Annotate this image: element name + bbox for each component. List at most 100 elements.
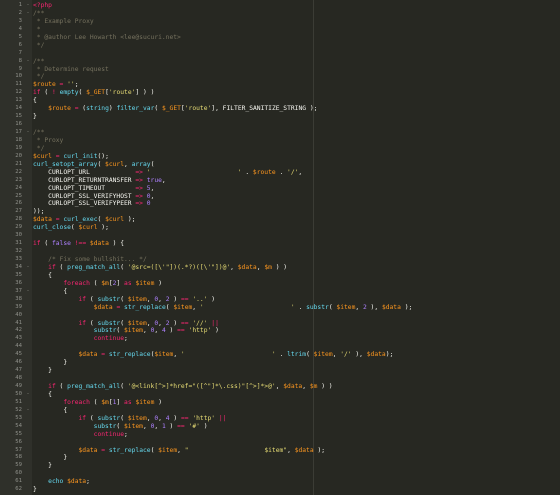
code-line[interactable]: 22 CURLOPT_URL => ' ' . $route . '/',: [0, 169, 560, 177]
code-line[interactable]: 55 continue;: [0, 431, 560, 439]
line-number: 1: [18, 2, 22, 8]
code-line[interactable]: 44: [0, 343, 560, 351]
code-token: ) {: [108, 240, 125, 248]
code-line[interactable]: 9 * Determine request: [0, 66, 560, 74]
fold-toggle-icon[interactable]: -: [25, 407, 31, 415]
code-line[interactable]: 48: [0, 375, 560, 383]
code-line[interactable]: 6 */: [0, 42, 560, 50]
code-line[interactable]: 53 if ( substr( $item, 0, 4 ) == 'http' …: [0, 415, 560, 423]
line-number: 20: [15, 152, 22, 159]
code-token: );: [385, 351, 394, 359]
code-token: 'route': [108, 89, 136, 97]
code-line[interactable]: 25 CURLOPT_SSL_VERIFYHOST => 0,: [0, 193, 560, 201]
code-editor[interactable]: 1- <?php 2-/** 3 * Example Proxy 4 * 5 * @aut…: [0, 0, 560, 495]
code-line[interactable]: 61 echo $data;: [0, 478, 560, 486]
code-line[interactable]: 42 substr( $item, 0, 4 ) == 'http' ): [0, 327, 560, 335]
code-token: }: [33, 367, 52, 375]
code-line[interactable]: 27));: [0, 208, 560, 216]
code-line[interactable]: 41 if ( substr( $item, 0, 2 ) == '//' ||: [0, 320, 560, 328]
code-line[interactable]: 1- <?php: [0, 2, 560, 10]
code-line[interactable]: 31 if ( false !== $data ) {: [0, 240, 560, 248]
code-line[interactable]: 30: [0, 232, 560, 240]
code-token: ,: [158, 414, 166, 422]
code-line[interactable]: 4 *: [0, 26, 560, 34]
fold-toggle-icon[interactable]: -: [25, 58, 31, 66]
code-text: /* Fix some bullshit... */: [33, 256, 147, 264]
code-line[interactable]: 26 CURLOPT_SSL_VERIFYPEER => 0: [0, 200, 560, 208]
code-line[interactable]: 36 foreach ( $m[2] as $item ): [0, 280, 560, 288]
code-line[interactable]: 23 CURLOPT_RETURNTRANSFER => true,: [0, 177, 560, 185]
code-line[interactable]: 35 {: [0, 272, 560, 280]
code-token: $_GET: [161, 105, 181, 113]
code-line[interactable]: 14 $route = (string) filter_var( $_GET['…: [0, 105, 560, 113]
code-line[interactable]: 10 */: [0, 73, 560, 81]
code-line[interactable]: 20 $curl = curl_init();: [0, 153, 560, 161]
fold-toggle-icon[interactable]: -: [25, 129, 31, 137]
code-line[interactable]: 5 * @author Lee Howarth <lee@sucuri.net>: [0, 34, 560, 42]
fold-toggle-icon[interactable]: -: [25, 288, 31, 296]
code-line[interactable]: 29 curl_close( $curl );: [0, 224, 560, 232]
code-line[interactable]: 7: [0, 50, 560, 58]
code-line[interactable]: 56: [0, 439, 560, 447]
code-line[interactable]: 3 * Example Proxy: [0, 18, 560, 26]
code-line[interactable]: 60: [0, 470, 560, 478]
code-token: $data: [78, 351, 98, 359]
code-line[interactable]: 57 $data = str_replace( $item, " $item",…: [0, 447, 560, 455]
fold-toggle-icon[interactable]: -: [25, 2, 31, 10]
code-line[interactable]: 50- {: [0, 391, 560, 399]
code-line[interactable]: 46 }: [0, 359, 560, 367]
code-line[interactable]: 45 $data = str_replace($item, ' ' . ltri…: [0, 351, 560, 359]
code-token: ]: [116, 398, 125, 406]
code-line[interactable]: 18 * Proxy: [0, 137, 560, 145]
code-line[interactable]: 40: [0, 312, 560, 320]
code-line[interactable]: 49 if ( preg_match_all( '@<link[^>]*href…: [0, 383, 560, 391]
code-line[interactable]: 8-/**: [0, 58, 560, 66]
code-token: (: [40, 240, 52, 248]
code-token: '/': [340, 351, 352, 359]
fold-toggle-icon[interactable]: -: [25, 264, 31, 272]
fold-toggle-icon[interactable]: -: [25, 10, 31, 18]
code-token: ,: [161, 176, 166, 184]
code-text: }: [33, 113, 37, 121]
code-line[interactable]: 13 {: [0, 97, 560, 105]
code-line[interactable]: 16: [0, 121, 560, 129]
code-line[interactable]: 37- {: [0, 288, 560, 296]
line-number: 34: [15, 263, 22, 270]
line-number: 43: [15, 335, 22, 342]
fold-toggle-icon[interactable]: -: [25, 391, 31, 399]
line-number: 42: [15, 327, 22, 334]
code-line[interactable]: 43 continue;: [0, 335, 560, 343]
code-line[interactable]: 54 substr( $item, 0, 1 ) == '#' ): [0, 423, 560, 431]
code-line[interactable]: 15}: [0, 113, 560, 121]
code-line[interactable]: 34- if ( preg_match_all( '@src=([\'"])(.…: [0, 264, 560, 272]
line-number: 54: [15, 422, 22, 429]
line-number: 35: [15, 271, 22, 278]
code-line[interactable]: 33 /* Fix some bullshit... */: [0, 256, 560, 264]
line-number: 13: [15, 97, 22, 104]
code-token: if: [33, 240, 41, 248]
code-line[interactable]: 17-/**: [0, 129, 560, 137]
code-line[interactable]: 58 }: [0, 454, 560, 462]
code-line[interactable]: 19 */: [0, 145, 560, 153]
code-line[interactable]: 62}: [0, 486, 560, 494]
code-line[interactable]: 24 CURLOPT_TIMEOUT => 5,: [0, 185, 560, 193]
code-token: $route: [252, 168, 276, 176]
vertical-scrollbar[interactable]: [554, 0, 560, 495]
code-line[interactable]: 12 if ( ! empty( $_GET['route'] ) ): [0, 89, 560, 97]
code-line[interactable]: 51 foreach ( $m[1] as $item ): [0, 399, 560, 407]
code-line[interactable]: 47 }: [0, 367, 560, 375]
code-line[interactable]: 21 curl_setopt_array( $curl, array(: [0, 161, 560, 169]
line-number: 41: [15, 319, 22, 326]
code-line[interactable]: 2-/**: [0, 10, 560, 18]
code-line[interactable]: 39 $data = str_replace( $item, ' ' . sub…: [0, 304, 560, 312]
code-token: $data: [89, 240, 109, 248]
code-text: CURLOPT_SSL_VERIFYHOST => 0,: [33, 193, 154, 201]
code-line[interactable]: 59 }: [0, 462, 560, 470]
code-token: $item: [127, 414, 147, 422]
code-token: $route: [48, 105, 71, 113]
code-line[interactable]: 28 $data = curl_exec( $curl );: [0, 216, 560, 224]
code-line[interactable]: 52- {: [0, 407, 560, 415]
code-line[interactable]: 11 $route = '';: [0, 81, 560, 89]
code-line[interactable]: 32: [0, 248, 560, 256]
code-line[interactable]: 38 if ( substr( $item, 0, 2 ) == '..' ): [0, 296, 560, 304]
